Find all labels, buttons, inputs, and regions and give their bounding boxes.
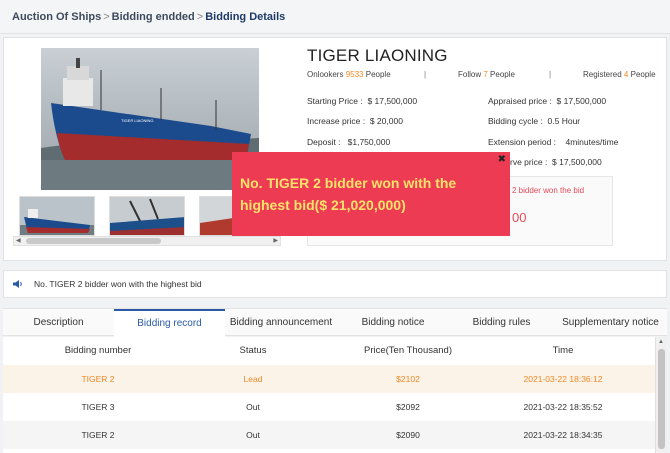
onlookers-count: 9533 xyxy=(345,70,364,79)
cell-price: $2102 xyxy=(396,374,420,384)
thumbnail-scrollbar[interactable]: ◀ ▶ xyxy=(13,236,281,246)
header-status: Status xyxy=(239,345,267,356)
registered-stat: Registered 4 People xyxy=(583,70,656,79)
follow-label: Follow xyxy=(458,70,482,79)
result-box-text: 2 bidder won the bid xyxy=(512,186,585,195)
cell-price: $2090 xyxy=(396,430,420,440)
table-row: TIGER 3 Out $2092 2021-03-22 18:35:52 xyxy=(3,393,655,421)
speaker-icon xyxy=(13,280,22,288)
notice-text: No. TIGER 2 bidder won with the highest … xyxy=(34,279,202,289)
follow-count: 7 xyxy=(483,70,488,79)
detail-tabs: Description Bidding record Bidding annou… xyxy=(3,308,667,337)
table-scrollbar-grip[interactable] xyxy=(658,349,665,449)
table-scrollbar[interactable]: ▲ xyxy=(655,337,667,453)
onlookers-stat: Onlookers 9533 People xyxy=(307,70,391,79)
scroll-right-icon[interactable]: ▶ xyxy=(273,237,278,245)
stats-divider: | xyxy=(424,70,427,79)
breadcrumb: Auction Of Ships > Bidding endded > Bidd… xyxy=(0,0,670,34)
ship-hull-name: TIGER LIAONING xyxy=(121,118,153,123)
cell-bidding-number: TIGER 3 xyxy=(81,402,115,412)
winner-popup: ✖ No. TIGER 2 bidder won with the highes… xyxy=(232,152,510,236)
cell-time: 2021-03-22 18:36:12 xyxy=(523,374,603,384)
appraised-price: Appraised price : $ 17,500,000 xyxy=(488,96,607,106)
winner-popup-message: No. TIGER 2 bidder won with the highest … xyxy=(240,175,457,213)
scroll-left-icon[interactable]: ◀ xyxy=(16,237,21,245)
result-box-price: 00 xyxy=(512,210,527,225)
close-icon[interactable]: ✖ xyxy=(498,154,506,165)
cell-bidding-number: TIGER 2 xyxy=(81,430,115,440)
breadcrumb-separator: > xyxy=(103,10,110,23)
breadcrumb-separator: > xyxy=(196,10,204,23)
ship-title: TIGER LIAONING xyxy=(307,46,448,65)
tab-bidding-announcement[interactable]: Bidding announcement xyxy=(225,309,337,337)
notice-bar: No. TIGER 2 bidder won with the highest … xyxy=(3,270,667,298)
reserve-price: rve price : $ 17,500,000 xyxy=(510,157,602,167)
tab-description[interactable]: Description xyxy=(3,309,114,337)
follow-stat: Follow 7 People xyxy=(458,70,515,79)
table-header: Bidding number Status Price(Ten Thousand… xyxy=(3,337,655,365)
tab-bidding-rules[interactable]: Bidding rules xyxy=(449,309,554,337)
cell-time: 2021-03-22 18:35:52 xyxy=(523,402,603,412)
registered-label: Registered xyxy=(583,70,622,79)
table-row: TIGER 2 Lead $2102 2021-03-22 18:36:12 xyxy=(3,365,655,393)
cell-price: $2092 xyxy=(396,402,420,412)
cell-status: Out xyxy=(246,402,260,412)
thumbnail-2[interactable] xyxy=(109,196,185,236)
ship-photo: TIGER LIAONING xyxy=(41,48,259,190)
thumbnail-1[interactable] xyxy=(19,196,95,236)
tab-supplementary-notice[interactable]: Supplementary notice xyxy=(554,309,667,337)
scroll-up-icon[interactable]: ▲ xyxy=(658,339,664,345)
follow-unit: People xyxy=(490,70,515,79)
deposit: Deposit : $1,750,000 xyxy=(307,137,391,147)
ship-main-image[interactable]: TIGER LIAONING xyxy=(41,48,259,190)
registered-count: 4 xyxy=(623,70,629,79)
extension-period: Extension period : 4minutes/time xyxy=(488,137,619,147)
header-price: Price(Ten Thousand) xyxy=(363,345,452,356)
tab-bidding-record[interactable]: Bidding record xyxy=(114,309,225,337)
bidding-cycle: Bidding cycle : 0.5 Hour xyxy=(488,116,581,126)
cell-bidding-number: TIGER 2 xyxy=(81,374,115,384)
header-time: Time xyxy=(552,345,574,356)
cell-status: Out xyxy=(246,430,260,440)
starting-price: Starting Price : $ 17,500,000 xyxy=(307,96,418,106)
header-bidding-number: Bidding number xyxy=(64,345,132,356)
onlookers-unit: People xyxy=(365,70,391,79)
cell-status: Lead xyxy=(243,374,263,384)
breadcrumb-current: Bidding Details xyxy=(205,10,286,23)
cell-time: 2021-03-22 18:34:35 xyxy=(523,430,603,440)
thumbnail-scrollbar-grip[interactable] xyxy=(26,238,161,244)
breadcrumb-link-bidding-ended[interactable]: Bidding endded xyxy=(112,11,195,23)
increase-price: Increase price : $ 20,000 xyxy=(307,116,403,126)
bidding-record-table: Bidding number Status Price(Ten Thousand… xyxy=(3,337,655,453)
registered-unit: People xyxy=(630,70,656,79)
tab-bidding-notice[interactable]: Bidding notice xyxy=(337,309,449,337)
onlookers-label: Onlookers xyxy=(307,70,344,79)
breadcrumb-link-auction-of-ships[interactable]: Auction Of Ships xyxy=(12,11,101,23)
table-row: TIGER 2 Out $2090 2021-03-22 18:34:35 xyxy=(3,421,655,449)
stats-divider: | xyxy=(549,70,552,79)
